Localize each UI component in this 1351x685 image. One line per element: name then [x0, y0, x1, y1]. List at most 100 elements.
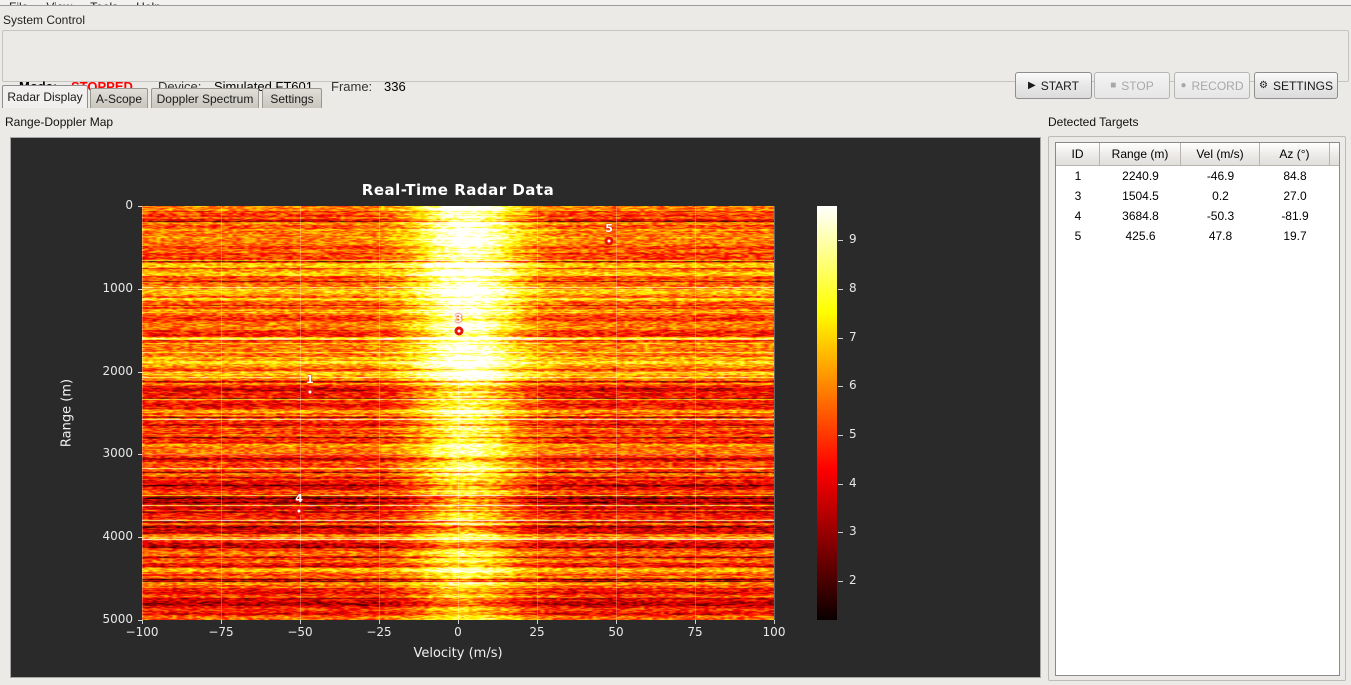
tab-doppler-spectrum[interactable]: Doppler Spectrum	[151, 88, 259, 108]
table-cell: 1	[1074, 169, 1082, 183]
xtick-mark	[142, 620, 143, 624]
detected-targets-groupbox: ID Range (m) Vel (m/s) Az (°) 1 2240.9 -46.9 8…	[1048, 136, 1346, 681]
menu-bar: FileViewToolsHelp	[0, 0, 1351, 6]
xtick-label: 25	[529, 625, 545, 639]
table-cell: 1504.5	[1122, 189, 1159, 203]
table-header-row: ID Range (m) Vel (m/s) Az (°)	[1056, 143, 1339, 166]
xtick-mark	[774, 620, 775, 624]
detected-targets-table: ID Range (m) Vel (m/s) Az (°) 1 2240.9 -46.9 8…	[1055, 142, 1340, 676]
colorbar-tick-mark	[838, 240, 843, 242]
tab-label: Settings	[270, 91, 314, 106]
menu-item-help[interactable]: Help	[127, 0, 170, 5]
ytick-label: 4000	[102, 529, 133, 544]
colorbar-tick-mark	[838, 386, 843, 388]
xtick-mark	[537, 620, 538, 624]
colorbar-tick-label: 8	[849, 280, 857, 295]
xtick-mark	[458, 620, 459, 624]
table-header-az[interactable]: Az (°)	[1260, 143, 1330, 166]
system-control-title: System Control	[3, 13, 86, 27]
table-cell: 4	[1074, 209, 1082, 223]
colorbar-tick-label: 5	[849, 426, 857, 441]
table-cell: -50.3	[1206, 209, 1235, 223]
tab-bar: Radar Display A-Scope Doppler Spectrum Sett…	[0, 85, 1351, 108]
xtick-label: −50	[287, 625, 313, 639]
colorbar-tick-label: 4	[849, 475, 857, 490]
colorbar-tick-label: 6	[849, 378, 857, 393]
table-cell: -46.9	[1206, 169, 1235, 183]
tab-settings[interactable]: Settings	[262, 88, 322, 108]
table-cell: 27.0	[1283, 189, 1307, 203]
detected-targets-label: Detected Targets	[1048, 115, 1139, 129]
table-cell: 3684.8	[1122, 209, 1159, 223]
tab-label: A-Scope	[95, 91, 143, 106]
tab-label: Radar Display	[7, 90, 83, 104]
ytick-label: 2000	[102, 363, 133, 378]
colorbar-tick-label: 2	[849, 573, 857, 588]
table-row-target-3[interactable]: 3 1504.5 0.2 27.0	[1056, 186, 1339, 206]
tab-radar-display[interactable]: Radar Display	[2, 85, 88, 108]
menu-item-view[interactable]: View	[37, 0, 81, 5]
table-header-id[interactable]: ID	[1056, 143, 1100, 166]
table-cell: 0.2	[1212, 189, 1229, 203]
xtick-label: −25	[366, 625, 392, 639]
colorbar-tick-mark	[838, 532, 843, 534]
colorbar-tick-mark	[838, 337, 843, 339]
xtick-mark	[616, 620, 617, 624]
table-cell: 47.8	[1208, 229, 1233, 243]
ytick-mark	[138, 288, 142, 290]
table-cell: 425.6	[1125, 229, 1156, 243]
colorbar	[817, 206, 837, 620]
gridline-x-100	[774, 206, 775, 620]
y-axis-label: Range (m)	[59, 378, 75, 448]
ytick-mark	[138, 537, 142, 539]
xtick-label: 50	[608, 625, 624, 639]
table-cell: 5	[1074, 229, 1082, 243]
tab-a-scope[interactable]: A-Scope	[90, 88, 148, 108]
table-cell: -81.9	[1281, 209, 1309, 223]
table-row-target-4[interactable]: 4 3684.8 -50.3 -81.9	[1056, 206, 1339, 226]
xtick-label: −75	[208, 625, 234, 639]
ytick-mark	[138, 620, 142, 621]
ytick-mark	[138, 206, 142, 207]
xtick-mark	[221, 620, 222, 624]
xtick-mark	[300, 620, 301, 624]
heatmap-canvas	[142, 206, 774, 620]
xtick-label: 100	[762, 625, 786, 639]
colorbar-tick-label: 9	[849, 232, 857, 247]
ytick-label: 0	[125, 198, 133, 212]
range-doppler-map-label: Range-Doppler Map	[5, 115, 114, 129]
colorbar-tick-mark	[838, 434, 843, 436]
ytick-mark	[138, 371, 142, 373]
table-cell: 84.8	[1283, 169, 1307, 183]
xtick-label: −100	[125, 625, 159, 639]
table-cell: 2240.9	[1122, 169, 1159, 183]
table-row-target-1[interactable]: 1 2240.9 -46.9 84.8	[1056, 166, 1339, 186]
plot-title: Real-Time Radar Data	[361, 181, 555, 199]
table-cell: 19.7	[1283, 229, 1307, 243]
xtick-label: 75	[687, 625, 703, 639]
table-cell: 3	[1074, 189, 1082, 203]
colorbar-tick-label: 7	[849, 329, 857, 344]
tab-label: Doppler Spectrum	[156, 91, 254, 106]
menu-item-tools[interactable]: Tools	[81, 0, 127, 5]
colorbar-tick-mark	[838, 288, 843, 290]
ytick-label: 1000	[102, 280, 133, 295]
colorbar-tick-mark	[838, 483, 843, 485]
colorbar-tick-mark	[838, 581, 843, 583]
ytick-mark	[138, 454, 142, 456]
ytick-label: 3000	[102, 446, 133, 461]
x-axis-label: Velocity (m/s)	[413, 646, 503, 661]
xtick-label: 0	[454, 625, 462, 639]
table-body: 1 2240.9 -46.9 84.8 3 1504.5 0.2 27.0 4 3684.8 -50…	[1056, 166, 1339, 246]
menu-item-file[interactable]: File	[0, 0, 37, 5]
ytick-label: 5000	[102, 612, 133, 626]
xtick-mark	[379, 620, 380, 624]
system-control-groupbox: Mode: STOPPED Device: Simulated FT601 Fr…	[2, 30, 1349, 99]
xtick-mark	[695, 620, 696, 624]
colorbar-tick-label: 3	[849, 524, 857, 539]
table-header-vel-m-s[interactable]: Vel (m/s)	[1181, 143, 1260, 166]
range-doppler-plot-panel: Real-Time Radar Data −100 −75 −50 −25 0 25 50 7…	[10, 137, 1041, 678]
table-header-filler	[1330, 143, 1339, 166]
table-header-range-m[interactable]: Range (m)	[1100, 143, 1181, 166]
table-row-target-5[interactable]: 5 425.6 47.8 19.7	[1056, 226, 1339, 246]
